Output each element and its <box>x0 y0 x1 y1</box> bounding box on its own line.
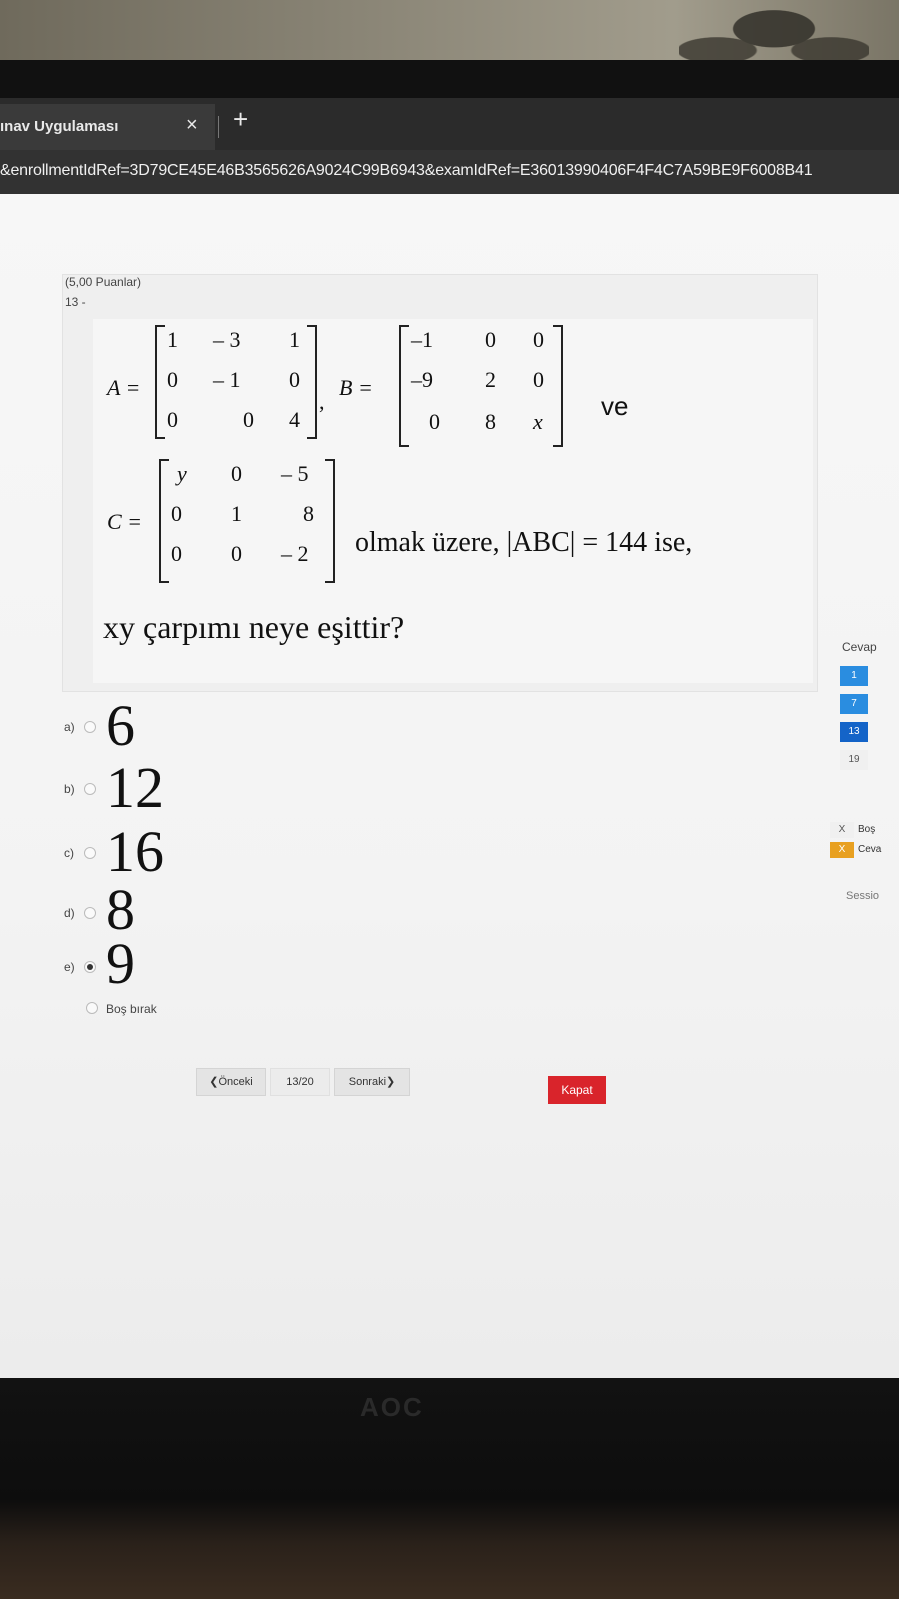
matrix-c-cell: – 5 <box>281 461 309 486</box>
option-value[interactable]: 9 <box>106 930 135 997</box>
previous-button[interactable]: ❮Önceki <box>196 1068 266 1096</box>
matrix-c-left-bracket <box>159 459 169 583</box>
option-radio[interactable] <box>84 907 96 919</box>
matrix-c-cell: – 2 <box>281 541 309 566</box>
option-letter: d) <box>64 906 75 920</box>
browser-tab-bar: ınav Uygulaması × + <box>0 98 899 150</box>
option-letter: e) <box>64 960 75 974</box>
matrix-c-cell: 0 <box>171 541 182 566</box>
legend-answered-label: Ceva <box>858 844 882 855</box>
matrix-comma: , <box>319 389 325 414</box>
session-label: Sessio <box>846 890 880 902</box>
next-button[interactable]: Sonraki❯ <box>334 1068 410 1096</box>
option-value[interactable]: 16 <box>106 818 164 885</box>
matrix-a-cell: 4 <box>289 407 300 432</box>
matrix-b-label: B = <box>339 375 373 400</box>
matrix-a-cell: 0 <box>289 367 300 392</box>
matrix-c-label: C = <box>107 509 143 534</box>
matrix-b-cell: x <box>533 409 543 434</box>
matrix-c-cell: 0 <box>231 541 242 566</box>
question-nav-19[interactable]: 19 <box>840 750 868 770</box>
matrix-b-cell: 0 <box>485 327 496 352</box>
question-nav-7[interactable]: 7 <box>840 694 868 714</box>
tab-title: ınav Uygulaması <box>0 118 119 135</box>
matrix-b-cell: –9 <box>411 367 433 392</box>
question-image: A = 1 – 3 1 0 – 1 0 0 0 4 , B = –1 0 0 –… <box>93 319 813 683</box>
matrix-b-left-bracket <box>399 325 409 447</box>
question-nav-1[interactable]: 1 <box>840 666 868 686</box>
matrix-a-cell: 1 <box>167 327 178 352</box>
legend-blank-label: Boş <box>858 824 876 835</box>
exam-page: (5,00 Puanlar) 13 - A = 1 – 3 1 0 – 1 0 … <box>0 194 899 1378</box>
close-tab-icon[interactable]: × <box>186 114 198 137</box>
question-number: 13 - <box>65 295 86 309</box>
monitor-brand-logo: AOC <box>360 1392 424 1422</box>
matrix-b-cell: 2 <box>485 367 496 392</box>
question-points: (5,00 Puanlar) <box>65 275 142 289</box>
legend-blank-marker: X <box>830 822 854 838</box>
connector-text: ve <box>601 391 629 421</box>
legend-answered-marker: X <box>830 842 854 858</box>
option-value[interactable]: 12 <box>106 754 164 821</box>
matrix-b-cell: 0 <box>429 409 440 434</box>
option-c[interactable]: c) 16 <box>0 819 300 884</box>
condition-text: olmak üzere, |ABC| = 144 ise, <box>355 527 693 558</box>
matrix-c-cell: 1 <box>231 501 242 526</box>
matrix-b-cell: 8 <box>485 409 496 434</box>
question-nav-13[interactable]: 13 <box>840 722 868 742</box>
browser-tab[interactable]: ınav Uygulaması × <box>0 104 215 150</box>
matrix-a-left-bracket <box>155 325 165 439</box>
option-letter: b) <box>64 782 75 796</box>
option-letter: c) <box>64 846 74 860</box>
url-text[interactable]: &enrollmentIdRef=3D79CE45E46B3565626A902… <box>0 162 813 180</box>
option-radio[interactable] <box>84 783 96 795</box>
option-radio[interactable] <box>84 721 96 733</box>
option-radio[interactable] <box>84 847 96 859</box>
matrix-c-right-bracket <box>325 459 335 583</box>
answers-panel-title: Cevap <box>842 640 877 654</box>
option-a[interactable]: a) 6 <box>0 693 300 758</box>
address-bar[interactable]: &enrollmentIdRef=3D79CE45E46B3565626A902… <box>0 150 899 194</box>
matrix-a-right-bracket <box>307 325 317 439</box>
matrix-a-cell: 0 <box>243 407 254 432</box>
leave-blank-radio[interactable] <box>86 1002 98 1014</box>
option-e[interactable]: e) 9 <box>0 931 300 996</box>
new-tab-icon[interactable]: + <box>233 104 248 135</box>
option-d[interactable]: d) 8 <box>0 877 300 942</box>
matrix-a-cell: 1 <box>289 327 300 352</box>
matrix-a-cell: 0 <box>167 407 178 432</box>
matrix-a-cell: – 1 <box>213 367 241 392</box>
question-prompt: xy çarpımı neye eşittir? <box>103 609 405 645</box>
option-letter: a) <box>64 720 75 734</box>
option-value[interactable]: 6 <box>106 692 135 759</box>
option-b[interactable]: b) 12 <box>0 755 300 820</box>
matrix-b-cell: 0 <box>533 367 544 392</box>
matrix-c-cell: y <box>177 461 187 486</box>
matrix-c-cell: 8 <box>303 501 314 526</box>
leave-blank-label[interactable]: Boş bırak <box>106 1002 157 1016</box>
question-card: (5,00 Puanlar) 13 - A = 1 – 3 1 0 – 1 0 … <box>62 274 818 692</box>
monitor-bezel-top <box>0 60 899 100</box>
tab-separator <box>218 116 219 138</box>
option-radio-selected[interactable] <box>84 961 96 973</box>
matrix-c-cell: 0 <box>231 461 242 486</box>
close-exam-button[interactable]: Kapat <box>548 1076 606 1104</box>
matrix-c-cell: 0 <box>171 501 182 526</box>
question-counter: 13/20 <box>270 1068 330 1096</box>
matrix-a-label: A = <box>107 375 141 400</box>
matrix-b-cell: –1 <box>411 327 433 352</box>
monitor-bezel-bottom: AOC <box>0 1378 899 1599</box>
matrix-b-cell: 0 <box>533 327 544 352</box>
matrix-a-cell: 0 <box>167 367 178 392</box>
matrix-a-cell: – 3 <box>213 327 241 352</box>
matrix-b-right-bracket <box>553 325 563 447</box>
